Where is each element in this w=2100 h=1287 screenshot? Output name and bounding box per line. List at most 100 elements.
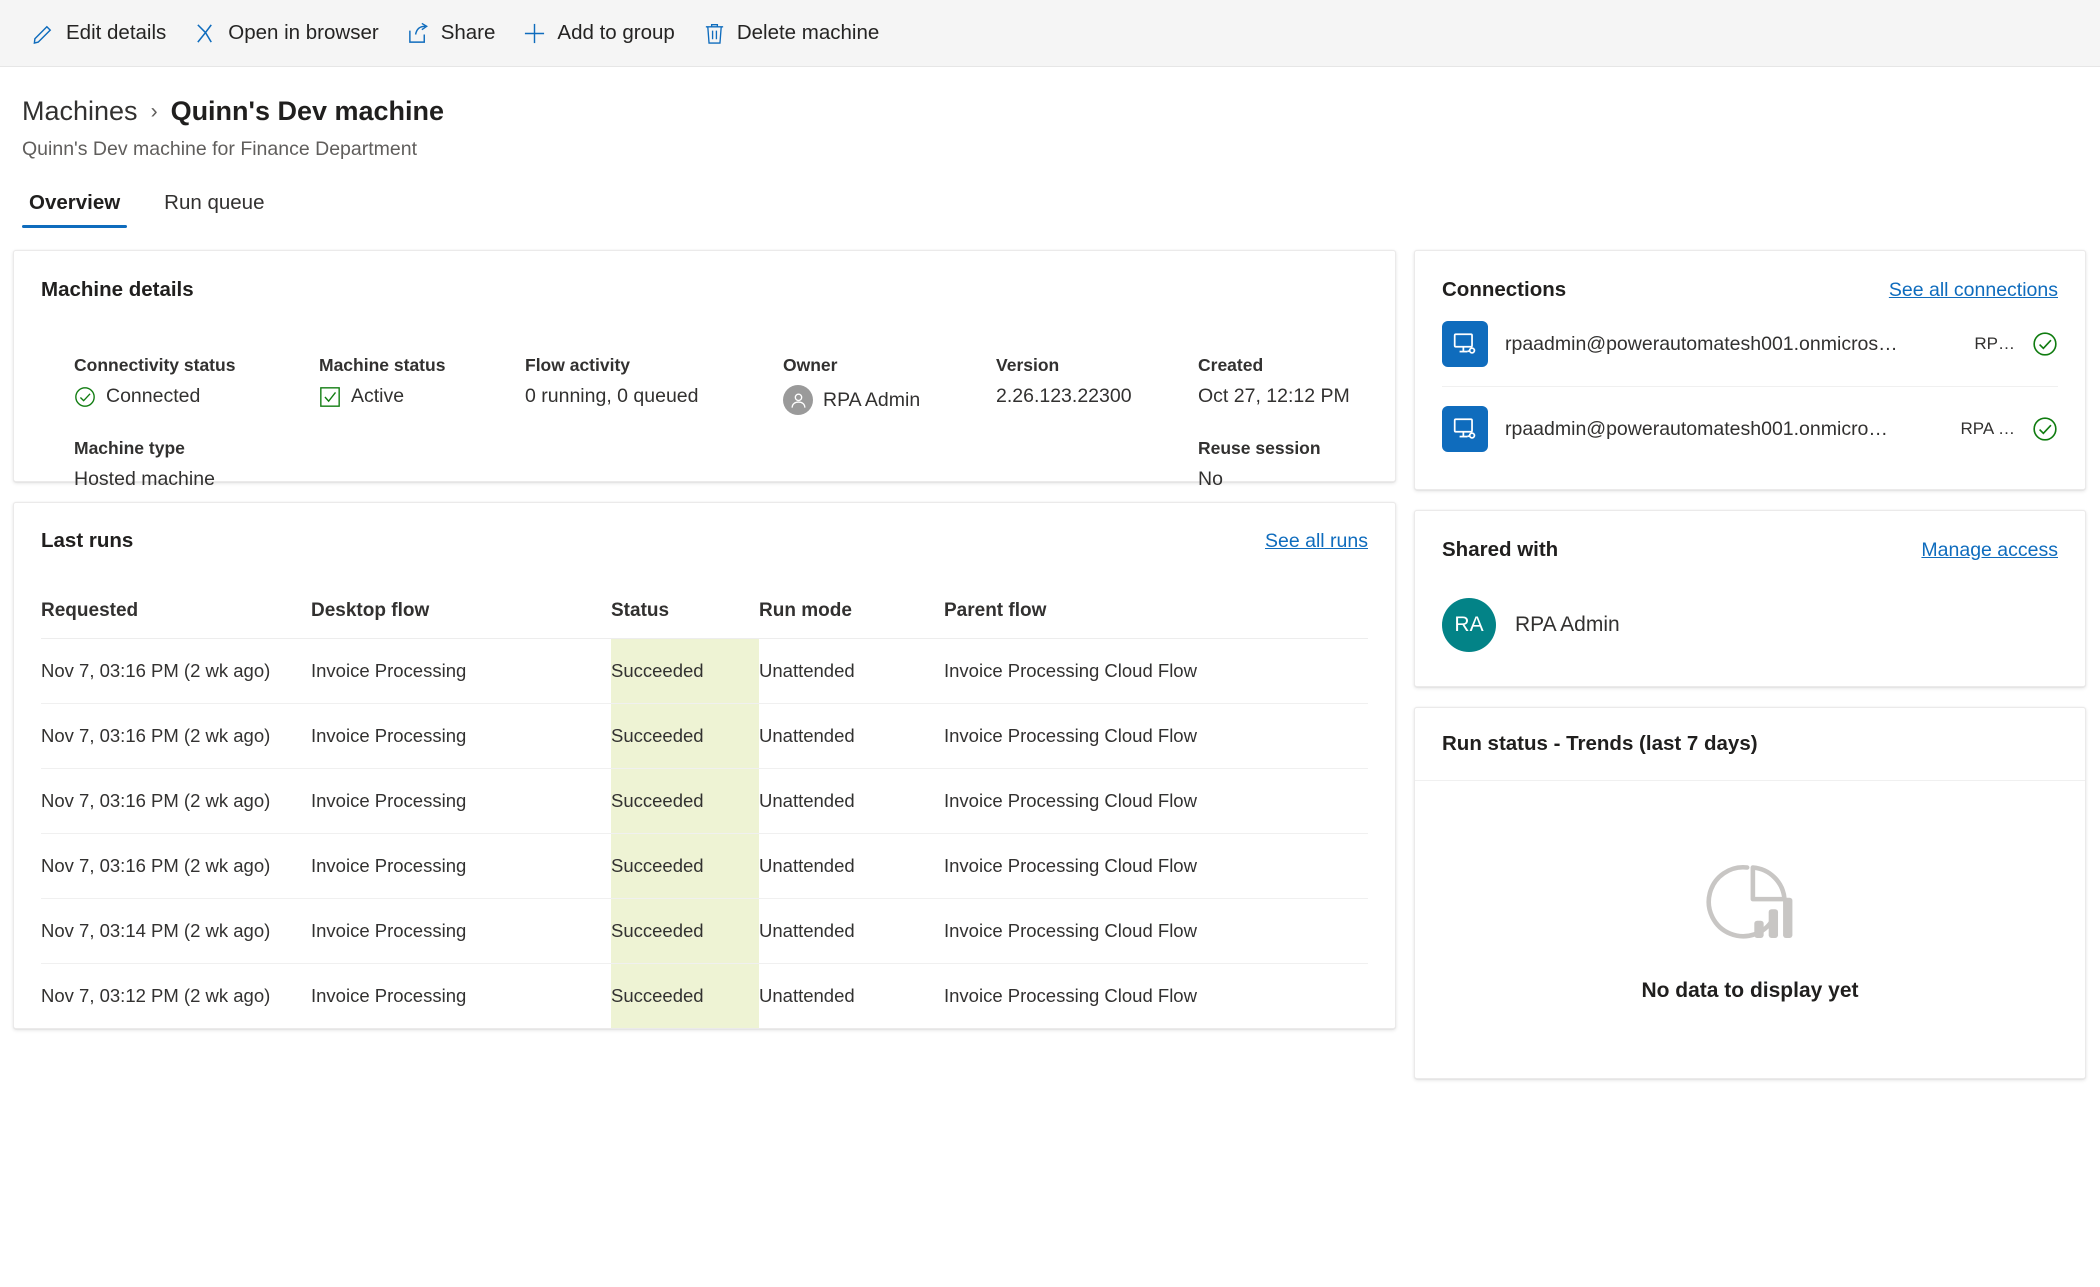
cell-requested: Nov 7, 03:02 PM (2 wk ago) xyxy=(41,1029,311,1030)
cell-requested: Nov 7, 03:12 PM (2 wk ago) xyxy=(41,963,311,1029)
connection-row[interactable]: rpaadmin@powerautomatesh001.onmicro… RPA … xyxy=(1442,387,2058,471)
shared-with-person[interactable]: RA RPA Admin xyxy=(1442,598,2058,653)
see-all-connections-link[interactable]: See all connections xyxy=(1889,279,2058,302)
page-title: Quinn's Dev machine xyxy=(170,96,445,126)
col-header-run-mode[interactable]: Run mode xyxy=(759,600,944,640)
table-body: Nov 7, 03:16 PM (2 wk ago) Invoice Proces… xyxy=(41,638,1368,1030)
reuse-session-value: No xyxy=(1198,468,1223,491)
delete-machine-button[interactable]: Delete machine xyxy=(693,13,897,53)
plus-icon xyxy=(523,22,546,45)
owner-value: RPA Admin xyxy=(823,388,921,411)
right-column: Connections See all connections rpaadmin… xyxy=(1414,250,2086,1080)
cell-requested: Nov 7, 03:16 PM (2 wk ago) xyxy=(41,638,311,705)
field-connectivity-status: Connectivity status Connected xyxy=(74,355,235,408)
run-status-empty-state: No data to display yet xyxy=(1415,781,2085,1078)
cell-parent-flow: Invoice Processing Cloud Flow xyxy=(944,963,1368,1029)
owner-value-row: RPA Admin xyxy=(783,385,921,416)
shared-with-title: Shared with xyxy=(1442,538,1559,562)
table-row[interactable]: Nov 7, 03:16 PM (2 wk ago) Invoice Proces… xyxy=(41,768,1368,835)
cell-desktop-flow: Invoice Processing xyxy=(311,898,611,965)
field-owner: Owner RPA Admin xyxy=(783,355,921,416)
status-badge: Succeeded xyxy=(611,1029,759,1030)
col-header-status[interactable]: Status xyxy=(611,600,759,640)
page-subtitle: Quinn's Dev machine for Finance Departme… xyxy=(22,138,417,161)
add-to-group-button[interactable]: Add to group xyxy=(513,13,692,53)
check-box-icon xyxy=(320,387,340,407)
share-button[interactable]: Share xyxy=(397,13,514,53)
table-row[interactable]: Nov 7, 03:16 PM (2 wk ago) Invoice Proces… xyxy=(41,638,1368,705)
connectivity-status-value-row: Connected xyxy=(74,385,235,408)
connection-name: rpaadmin@powerautomatesh001.onmicros… xyxy=(1505,332,1898,355)
table-row[interactable]: Nov 7, 03:14 PM (2 wk ago) Invoice Proces… xyxy=(41,898,1368,965)
col-header-requested[interactable]: Requested xyxy=(41,600,311,640)
status-badge: Succeeded xyxy=(611,833,759,900)
left-column: Machine details Connectivity status Conn… xyxy=(13,250,1396,1030)
created-label: Created xyxy=(1198,355,1264,376)
connectivity-status-label: Connectivity status xyxy=(74,355,236,376)
machine-status-label: Machine status xyxy=(319,355,446,376)
shared-person-name: RPA Admin xyxy=(1515,613,1620,637)
table-row[interactable]: Nov 7, 03:02 PM (2 wk ago) Invoice Proces… xyxy=(41,1029,1368,1030)
cell-desktop-flow: Invoice Processing xyxy=(311,703,611,770)
breadcrumb: Machines › Quinn's Dev machine xyxy=(22,95,2100,127)
cell-parent-flow: Invoice Processing Cloud Flow xyxy=(944,1029,1368,1030)
delete-machine-label: Delete machine xyxy=(736,21,880,44)
table-head: Requested Desktop flow Status Run mode P… xyxy=(41,600,1368,640)
run-status-header: Run status - Trends (last 7 days) xyxy=(1415,708,2085,782)
col-header-parent-flow[interactable]: Parent flow xyxy=(944,600,1368,640)
open-in-browser-icon xyxy=(194,22,217,45)
tab-overview[interactable]: Overview xyxy=(22,187,128,229)
tab-list: Overview Run queue xyxy=(0,187,2100,229)
table-row[interactable]: Nov 7, 03:12 PM (2 wk ago) Invoice Proces… xyxy=(41,963,1368,1029)
open-in-browser-button[interactable]: Open in browser xyxy=(184,13,396,53)
edit-details-button[interactable]: Edit details xyxy=(22,13,184,53)
cell-run-mode: Unattended xyxy=(759,898,944,965)
connection-row[interactable]: rpaadmin@powerautomatesh001.onmicros… RP… xyxy=(1442,302,2058,388)
run-status-title: Run status - Trends (last 7 days) xyxy=(1442,732,1758,756)
table-row[interactable]: Nov 7, 03:16 PM (2 wk ago) Invoice Proces… xyxy=(41,703,1368,770)
see-all-runs-link[interactable]: See all runs xyxy=(1265,530,1368,553)
flow-activity-label: Flow activity xyxy=(525,355,631,376)
breadcrumb-machines-link[interactable]: Machines xyxy=(22,95,138,127)
connector-icon xyxy=(1442,406,1488,453)
field-version: Version 2.26.123.22300 xyxy=(996,355,1132,408)
field-machine-status: Machine status Active xyxy=(319,355,445,408)
cell-desktop-flow: Invoice Processing xyxy=(311,768,611,835)
cell-run-mode: Unattended xyxy=(759,963,944,1029)
table-header-row: Requested Desktop flow Status Run mode P… xyxy=(41,600,1368,640)
reuse-session-label: Reuse session xyxy=(1198,438,1321,459)
flow-activity-value: 0 running, 0 queued xyxy=(525,385,699,408)
connections-card: Connections See all connections rpaadmin… xyxy=(1414,250,2086,491)
tab-run-queue[interactable]: Run queue xyxy=(157,187,271,228)
cell-run-mode: Unattended xyxy=(759,833,944,900)
last-runs-header: Last runs See all runs xyxy=(41,529,1368,553)
last-runs-title: Last runs xyxy=(41,529,134,553)
cell-run-mode: Attended xyxy=(759,1029,944,1030)
cell-requested: Nov 7, 03:14 PM (2 wk ago) xyxy=(41,898,311,965)
cell-desktop-flow: Invoice Processing xyxy=(311,638,611,705)
cell-desktop-flow: Invoice Processing xyxy=(311,833,611,900)
machine-status-value: Active xyxy=(351,385,405,408)
add-to-group-label: Add to group xyxy=(557,21,675,44)
manage-access-link[interactable]: Manage access xyxy=(1921,539,2058,562)
shared-with-card: Shared with Manage access RA RPA Admin xyxy=(1414,510,2086,688)
command-bar: Edit details Open in browser Share Add t… xyxy=(0,0,2100,67)
table-row[interactable]: Nov 7, 03:16 PM (2 wk ago) Invoice Proces… xyxy=(41,833,1368,900)
cell-parent-flow: Invoice Processing Cloud Flow xyxy=(944,768,1368,835)
chevron-right-icon: › xyxy=(150,99,158,123)
status-badge: Succeeded xyxy=(611,898,759,965)
run-status-empty-text: No data to display yet xyxy=(1641,979,1859,1003)
col-header-desktop-flow[interactable]: Desktop flow xyxy=(311,600,611,640)
share-icon xyxy=(407,22,430,45)
open-in-browser-label: Open in browser xyxy=(228,21,379,44)
check-circle-icon xyxy=(2033,417,2057,442)
cell-desktop-flow: Invoice Processing xyxy=(311,963,611,1029)
chart-placeholder-icon xyxy=(1704,856,1796,953)
cell-requested: Nov 7, 03:16 PM (2 wk ago) xyxy=(41,703,311,770)
machine-details-fields: Connectivity status Connected Machine st… xyxy=(41,355,1368,490)
page-header: Machines › Quinn's Dev machine Quinn's D… xyxy=(0,67,2100,161)
connection-owner: RPA … xyxy=(1960,419,2015,439)
cell-run-mode: Unattended xyxy=(759,638,944,705)
last-runs-table: Requested Desktop flow Status Run mode P… xyxy=(41,600,1368,1029)
share-label: Share xyxy=(440,21,496,44)
